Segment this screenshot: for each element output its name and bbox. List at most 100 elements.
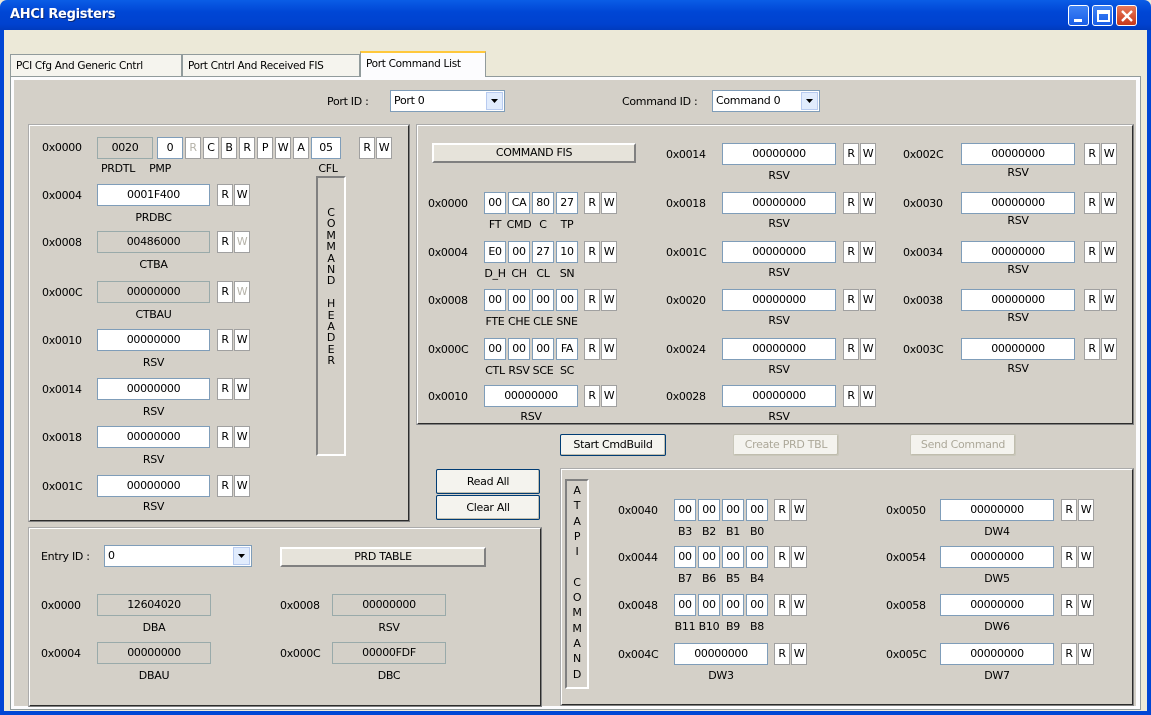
bit-r2-button[interactable]: R [239, 137, 255, 159]
write-button[interactable]: W [1101, 143, 1117, 165]
dw5-field[interactable]: 00000000 [940, 546, 1054, 568]
b3-byte[interactable]: 00 [674, 499, 696, 521]
sc-byte[interactable]: FA [556, 338, 578, 360]
prdtl-field[interactable]: 0020 [97, 137, 153, 159]
write-button[interactable]: W [234, 184, 250, 206]
read-button[interactable]: R [774, 546, 790, 568]
dw6-field[interactable]: 00000000 [940, 594, 1054, 616]
tab-pci-cfg[interactable]: PCI Cfg And Generic Cntrl [10, 54, 182, 76]
prdbc-field[interactable]: 0001F400 [97, 184, 210, 206]
create-prd-tbl-button[interactable]: Create PRD TBL [733, 434, 839, 456]
b7-byte[interactable]: 00 [674, 546, 696, 568]
write-button[interactable]: W [234, 281, 250, 303]
bit-w-button[interactable]: W [275, 137, 291, 159]
write-button[interactable]: W [1078, 499, 1094, 521]
read-button[interactable]: R [1084, 192, 1100, 214]
ctbau-field[interactable]: 00000000 [97, 281, 210, 303]
read-button[interactable]: R [1084, 338, 1100, 360]
read-button[interactable]: R [1084, 289, 1100, 311]
dh-byte[interactable]: E0 [484, 241, 506, 263]
rsv-byte[interactable]: 00 [508, 338, 530, 360]
b6-byte[interactable]: 00 [698, 546, 720, 568]
fte-byte[interactable]: 00 [484, 289, 506, 311]
rsv-field[interactable]: 00000000 [484, 385, 578, 407]
read-button[interactable]: R [584, 385, 600, 407]
bit-p-button[interactable]: P [257, 137, 273, 159]
maximize-button[interactable] [1092, 5, 1113, 26]
rsv-field[interactable]: 00000000 [722, 143, 836, 165]
rsv-field[interactable]: 00000000 [97, 329, 210, 351]
ctba-field[interactable]: 00486000 [97, 231, 210, 253]
read-button[interactable]: R [843, 338, 859, 360]
write-button[interactable]: W [860, 241, 876, 263]
read-button[interactable]: R [843, 385, 859, 407]
write-button[interactable]: W [791, 546, 807, 568]
read-button[interactable]: R [843, 192, 859, 214]
rsv-field[interactable]: 00000000 [97, 378, 210, 400]
write-button[interactable]: W [791, 594, 807, 616]
read-button[interactable]: R [1061, 546, 1077, 568]
read-button[interactable]: R [1061, 594, 1077, 616]
dba-field[interactable]: 12604020 [97, 594, 211, 616]
write-button[interactable]: W [234, 329, 250, 351]
tab-port-cntrl[interactable]: Port Cntrl And Received FIS [182, 54, 360, 76]
b0-byte[interactable]: 00 [746, 499, 768, 521]
che-byte[interactable]: 00 [508, 289, 530, 311]
write-button[interactable]: W [791, 499, 807, 521]
write-button[interactable]: W [601, 241, 617, 263]
rsv-field[interactable]: 00000000 [722, 385, 836, 407]
read-button[interactable]: R [774, 643, 790, 665]
dw4-field[interactable]: 00000000 [940, 499, 1054, 521]
read-button[interactable]: R [584, 192, 600, 214]
entry-id-select[interactable]: 0 [104, 545, 252, 567]
write-button[interactable]: W [234, 378, 250, 400]
write-button[interactable]: W [791, 643, 807, 665]
minimize-button[interactable] [1068, 5, 1089, 26]
dw7-field[interactable]: 00000000 [940, 643, 1054, 665]
pmp-field[interactable]: 0 [157, 137, 183, 159]
read-button[interactable]: R [1084, 241, 1100, 263]
ft-byte[interactable]: 00 [484, 192, 506, 214]
read-button[interactable]: R [217, 378, 233, 400]
sce-byte[interactable]: 00 [532, 338, 554, 360]
b4-byte[interactable]: 00 [746, 546, 768, 568]
start-cmdbuild-button[interactable]: Start CmdBuild [560, 434, 666, 456]
rsv-field[interactable]: 00000000 [961, 289, 1075, 311]
rsv-field[interactable]: 00000000 [961, 143, 1075, 165]
dbau-field[interactable]: 00000000 [97, 642, 211, 664]
b11-byte[interactable]: 00 [674, 594, 696, 616]
sn-byte[interactable]: 10 [556, 241, 578, 263]
read-button[interactable]: R [843, 289, 859, 311]
read-button[interactable]: R [584, 289, 600, 311]
read-button[interactable]: R [584, 241, 600, 263]
read-button[interactable]: R [1061, 643, 1077, 665]
read-button[interactable]: R [774, 499, 790, 521]
b8-byte[interactable]: 00 [746, 594, 768, 616]
read-button[interactable]: R [359, 137, 375, 159]
cmd-byte[interactable]: CA [508, 192, 530, 214]
rsv-field[interactable]: 00000000 [97, 475, 210, 497]
command-id-select[interactable]: Command 0 [712, 90, 820, 112]
write-button[interactable]: W [376, 137, 392, 159]
dw3-field[interactable]: 00000000 [674, 643, 768, 665]
write-button[interactable]: W [1101, 338, 1117, 360]
b10-byte[interactable]: 00 [698, 594, 720, 616]
rsv-field[interactable]: 00000000 [97, 426, 210, 448]
read-button[interactable]: R [217, 475, 233, 497]
tab-port-command-list[interactable]: Port Command List [360, 51, 486, 77]
b1-byte[interactable]: 00 [722, 499, 744, 521]
write-button[interactable]: W [1078, 594, 1094, 616]
b2-byte[interactable]: 00 [698, 499, 720, 521]
read-button[interactable]: R [217, 426, 233, 448]
close-button[interactable] [1116, 5, 1137, 26]
write-button[interactable]: W [601, 192, 617, 214]
read-button[interactable]: R [217, 329, 233, 351]
sne-byte[interactable]: 00 [556, 289, 578, 311]
port-id-select[interactable]: Port 0 [390, 90, 505, 112]
write-button[interactable]: W [860, 385, 876, 407]
rsv-field[interactable]: 00000000 [961, 338, 1075, 360]
bit-c-button[interactable]: C [203, 137, 219, 159]
read-button[interactable]: R [584, 338, 600, 360]
read-button[interactable]: R [1084, 143, 1100, 165]
ch-byte[interactable]: 00 [508, 241, 530, 263]
